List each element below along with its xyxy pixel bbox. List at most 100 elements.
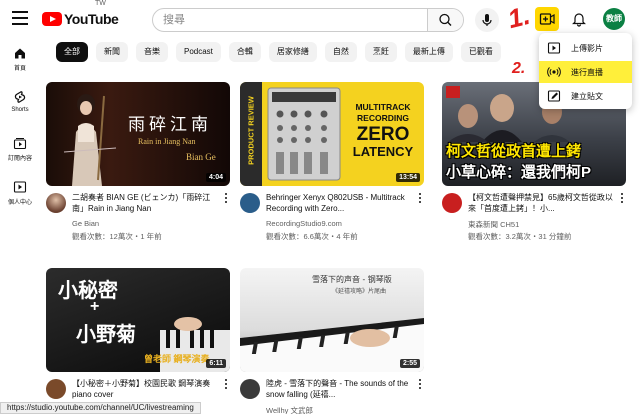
thumbnail-headline: 小草心碎：還我們柯P <box>446 164 592 181</box>
search-button[interactable] <box>427 9 463 31</box>
channel-avatar[interactable] <box>46 379 66 399</box>
video-duration: 13:54 <box>396 173 420 182</box>
video-duration: 6:11 <box>206 359 226 368</box>
sidebar-item-shorts[interactable]: Shorts <box>0 90 40 126</box>
chip-watched[interactable]: 已觀看 <box>460 42 501 62</box>
library-icon <box>13 181 27 193</box>
shorts-icon <box>14 90 26 104</box>
video-title[interactable]: 二胡奏者 BIAN GE (ビェンカ)「雨碎江南」Rain in Jiang N… <box>72 192 222 214</box>
home-icon <box>15 48 25 59</box>
channel-name[interactable]: Wellhy 文武郎 <box>266 405 313 414</box>
menu-item-upload-video[interactable]: 上傳影片 <box>539 37 632 59</box>
youtube-play-icon <box>42 12 62 26</box>
thumbnail-text-line: ZERO <box>356 124 410 145</box>
video-card[interactable]: PRODUCT REVIEW MULTITRACK RECORDING ZERO… <box>240 82 424 241</box>
channel-name[interactable]: Ge Bian <box>72 219 99 228</box>
video-title[interactable]: 【柯文哲遭聲押禁見】65歲柯文哲從政以來「首度遭上銬」！小... <box>468 192 618 214</box>
create-button[interactable] <box>535 7 559 31</box>
thumbnail-tag: 曾老師 鋼琴演奏 <box>144 354 210 364</box>
video-thumbnail[interactable]: 雨碎江南 Rain in Jiang Nan Bian Ge 4:04 <box>46 82 230 186</box>
thumbnail-artist: Bian Ge <box>186 152 216 162</box>
chip-music[interactable]: 音樂 <box>136 42 168 62</box>
sidebar-item-you[interactable]: 個人中心 <box>0 180 40 216</box>
chip-mixes[interactable]: 合輯 <box>228 42 261 62</box>
menu-item-go-live[interactable]: 進行直播 <box>539 61 632 83</box>
chip-recently-uploaded[interactable]: 最新上傳 <box>404 42 453 62</box>
create-post-icon <box>547 90 561 102</box>
video-title[interactable]: 【小秘密＋小野菊】校園民歌 鋼琴演奏 piano cover <box>72 378 222 400</box>
video-title[interactable]: 陸虎 - 雪落下的聲音 - The sounds of the snow fal… <box>266 378 416 400</box>
thumbnail-headline: 柯文哲從政首遭上銬 <box>446 143 582 160</box>
menu-item-label: 上傳影片 <box>571 43 603 53</box>
chip-nature[interactable]: 自然 <box>324 42 357 62</box>
thumbnail-subtitle: Rain in Jiang Nan <box>138 137 196 146</box>
sidebar-item-label: 訂閱內容 <box>7 156 32 162</box>
channel-avatar[interactable] <box>46 193 66 213</box>
more-options-icon[interactable] <box>418 193 422 205</box>
filter-chips-bar: 全部 新聞 音樂 Podcast 合輯 居家修繕 自然 烹飪 最新上傳 已觀看 <box>56 42 509 62</box>
channel-name[interactable]: RecordingStudio9.com <box>266 219 342 228</box>
more-options-icon[interactable] <box>620 193 624 205</box>
chip-podcast[interactable]: Podcast <box>176 42 221 62</box>
video-card[interactable]: 雪落下的声音 - 钢琴版 《延禧攻略》片尾曲 2:55 陸虎 - 雪落下的聲音 … <box>240 268 424 414</box>
search-icon <box>439 13 452 26</box>
menu-item-label: 進行直播 <box>571 67 603 77</box>
video-title[interactable]: Behringer Xenyx Q802USB - Multitrack Rec… <box>266 192 416 214</box>
thumbnail-text-line: 小秘密 <box>58 280 118 302</box>
sidebar-item-home[interactable]: 首頁 <box>0 46 40 82</box>
more-options-icon[interactable] <box>224 193 228 205</box>
video-thumbnail[interactable]: PRODUCT REVIEW MULTITRACK RECORDING ZERO… <box>240 82 424 186</box>
channel-avatar[interactable] <box>240 379 260 399</box>
video-meta: 觀看次數：6.6萬次・4 年前 <box>266 232 358 241</box>
logo-text: YouTube <box>64 11 119 27</box>
video-thumbnail[interactable]: 雪落下的声音 - 钢琴版 《延禧攻略》片尾曲 2:55 <box>240 268 424 372</box>
sidebar-item-label: 首頁 <box>13 66 26 72</box>
thumbnail-side-label: PRODUCT REVIEW <box>246 96 256 165</box>
video-meta: 觀看次數：3.2萬次・31 分鐘前 <box>468 232 572 241</box>
video-meta: 觀看次數：12萬次・1 年前 <box>72 232 162 241</box>
thumbnail-text-line: + <box>90 298 100 315</box>
link-hover-url: https://studio.youtube.com/channel/UC/li… <box>0 402 201 414</box>
create-menu: 上傳影片 進行直播 建立貼文 <box>539 33 632 109</box>
channel-avatar[interactable] <box>240 193 260 213</box>
annotation-step-2: 2. <box>512 60 526 77</box>
bell-icon <box>572 13 586 27</box>
sidebar-item-label: 個人中心 <box>7 200 32 206</box>
video-duration: 4:04 <box>205 173 226 182</box>
thumbnail-text-line: 小野菊 <box>76 324 136 346</box>
chip-all[interactable]: 全部 <box>56 42 88 62</box>
thumbnail-text-line: 《延禧攻略》片尾曲 <box>332 288 387 295</box>
subscriptions-icon <box>13 138 27 150</box>
go-live-icon <box>547 67 561 77</box>
piano-keys-image <box>240 318 424 372</box>
more-options-icon[interactable] <box>224 379 228 391</box>
more-options-icon[interactable] <box>418 379 422 391</box>
search-input[interactable] <box>153 9 429 31</box>
create-video-icon <box>539 13 555 25</box>
video-thumbnail[interactable]: 小秘密 + 小野菊 曾老師 鋼琴演奏 6:11 <box>46 268 230 372</box>
video-duration: 2:55 <box>399 359 420 368</box>
channel-avatar[interactable] <box>442 193 462 213</box>
microphone-icon <box>482 14 492 26</box>
menu-item-label: 建立貼文 <box>571 91 603 101</box>
sidebar-item-subscriptions[interactable]: 訂閱內容 <box>0 136 40 172</box>
channel-name[interactable]: 東森新聞 CH51 <box>468 219 519 230</box>
chip-home-improvement[interactable]: 居家修繕 <box>268 42 317 62</box>
hamburger-menu-icon[interactable] <box>12 11 28 25</box>
notifications-button[interactable] <box>569 9 589 29</box>
thumbnail-text-line: 雪落下的声音 - 钢琴版 <box>312 275 392 284</box>
news-channel-logo <box>446 86 460 98</box>
search-box <box>152 8 464 32</box>
thumbnail-text-line: LATENCY <box>352 144 414 159</box>
mixer-device-image <box>267 87 341 181</box>
erhu-player-figure <box>63 94 117 186</box>
video-card[interactable]: 雨碎江南 Rain in Jiang Nan Bian Ge 4:04 二胡奏者… <box>46 82 230 241</box>
video-card[interactable]: 小秘密 + 小野菊 曾老師 鋼琴演奏 6:11 【小秘密＋小野菊】校園民歌 鋼琴… <box>46 268 230 399</box>
chip-cooking[interactable]: 烹飪 <box>364 42 397 62</box>
thumbnail-title: 雨碎江南 <box>128 115 212 135</box>
voice-search-button[interactable] <box>475 8 499 32</box>
youtube-logo[interactable]: YouTube <box>42 11 119 27</box>
chip-news[interactable]: 新聞 <box>96 42 128 62</box>
account-avatar[interactable]: 教師 <box>603 8 625 30</box>
menu-item-create-post[interactable]: 建立貼文 <box>539 85 632 107</box>
